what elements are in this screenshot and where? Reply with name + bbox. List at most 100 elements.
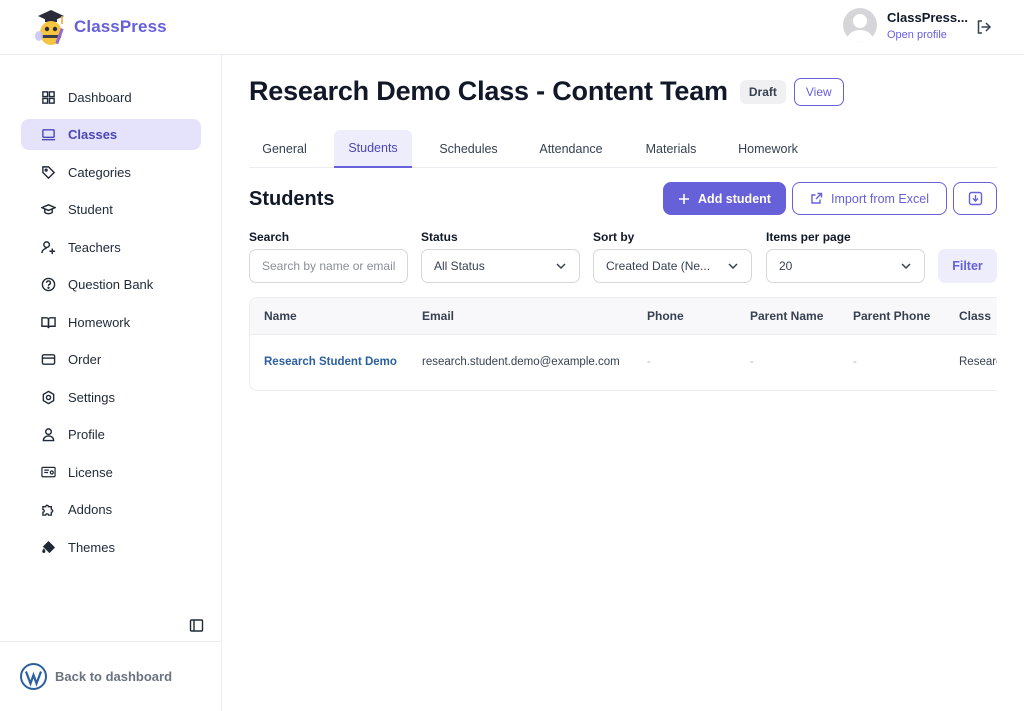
back-label: Back to dashboard (55, 669, 173, 684)
sidebar-item-student[interactable]: Student (21, 194, 201, 225)
sidebar-item-label: Themes (68, 540, 115, 555)
sidebar-item-label: Order (68, 352, 102, 367)
tab-attendance[interactable]: Attendance (525, 130, 617, 168)
puzzle-icon (42, 504, 54, 516)
teacher-icon (41, 241, 56, 255)
laptop-icon (41, 129, 56, 141)
external-link-icon (811, 192, 823, 204)
plus-icon (679, 193, 690, 204)
tab-materials[interactable]: Materials (631, 130, 711, 168)
student-name-link[interactable]: Research Student Demo (264, 356, 397, 368)
table-header: Name Email Phone Parent Name Parent Phon… (250, 298, 997, 335)
credit-card-icon (41, 354, 56, 365)
main-content: Research Demo Class - Content Team Draft… (249, 55, 997, 711)
sidebar-item-license[interactable]: License (21, 457, 201, 488)
class-tabs: General Students Schedules Attendance Ma… (249, 130, 997, 168)
sidebar-item-settings[interactable]: Settings (21, 382, 201, 413)
sidebar-item-label: Categories (68, 165, 131, 180)
import-from-excel-button[interactable]: Import from Excel (792, 182, 947, 215)
status-badge: Draft (739, 79, 786, 104)
sidebar-item-label: Dashboard (68, 90, 132, 105)
sidebar-item-categories[interactable]: Categories (21, 157, 201, 188)
avatar[interactable] (843, 8, 877, 42)
app-name: ClassPress (74, 17, 167, 36)
sidebar-item-label: Profile (68, 427, 105, 442)
sidebar-item-label: Question Bank (68, 277, 154, 292)
chevron-down-icon (901, 263, 911, 270)
bee-mascot-icon (34, 6, 68, 48)
book-open-icon (41, 317, 56, 329)
add-student-label: Add student (698, 191, 771, 206)
status-value: All Status (434, 259, 485, 273)
sidebar-collapse-icon[interactable] (189, 618, 204, 633)
sidebar-item-addons[interactable]: Addons (21, 494, 201, 525)
sidebar-item-label: Addons (68, 502, 113, 517)
sidebar-footer: Back to dashboard (0, 641, 221, 711)
tab-general[interactable]: General (249, 130, 320, 168)
sort-value: Created Date (Ne... (606, 259, 711, 273)
sidebar-item-label: Homework (68, 315, 131, 330)
chevron-down-icon (728, 263, 738, 270)
students-table: Name Email Phone Parent Name Parent Phon… (249, 297, 997, 391)
filter-button[interactable]: Filter (938, 249, 997, 283)
view-button[interactable]: View (793, 77, 844, 106)
sidebar: Dashboard Classes Categories Student Tea… (0, 55, 222, 711)
student-class: Researc (959, 356, 997, 368)
sidebar-item-label: Classes (68, 127, 118, 142)
table-row: Research Student Demo research.student.d… (250, 335, 997, 390)
search-label: Search (249, 230, 290, 244)
sidebar-item-dashboard[interactable]: Dashboard (21, 82, 201, 113)
question-circle-icon (41, 277, 56, 292)
status-select[interactable]: All Status (421, 249, 580, 283)
column-header-phone[interactable]: Phone (647, 309, 684, 323)
import-label: Import from Excel (831, 191, 929, 206)
paint-bucket-icon (42, 540, 56, 554)
column-header-parent-phone[interactable]: Parent Phone (853, 309, 930, 323)
items-per-page-select[interactable]: 20 (766, 249, 925, 283)
items-per-page-value: 20 (779, 259, 793, 273)
sidebar-item-label: Teachers (68, 240, 121, 255)
chevron-down-icon (556, 263, 566, 270)
column-header-parent-name[interactable]: Parent Name (750, 309, 823, 323)
sidebar-item-teachers[interactable]: Teachers (21, 232, 201, 263)
tab-schedules[interactable]: Schedules (426, 130, 511, 168)
column-header-name[interactable]: Name (264, 309, 297, 323)
app-logo[interactable]: ClassPress (34, 6, 167, 48)
back-to-dashboard-link[interactable]: Back to dashboard (20, 663, 172, 690)
items-per-page-label: Items per page (766, 230, 851, 244)
sort-label: Sort by (593, 230, 635, 244)
sidebar-item-classes[interactable]: Classes (21, 119, 201, 150)
sidebar-item-themes[interactable]: Themes (21, 532, 201, 563)
tag-icon (42, 166, 56, 180)
tab-homework[interactable]: Homework (725, 130, 811, 168)
student-phone: - (647, 356, 651, 368)
student-parent-name: - (750, 356, 754, 368)
status-label: Status (421, 230, 458, 244)
search-field[interactable] (249, 249, 408, 283)
sidebar-item-question-bank[interactable]: Question Bank (21, 269, 201, 300)
wordpress-icon (20, 663, 47, 690)
gear-icon (42, 390, 55, 405)
download-icon (968, 191, 982, 206)
certificate-icon (41, 466, 56, 478)
section-title: Students (249, 188, 335, 210)
user-menu[interactable]: ClassPress... Open profile (843, 8, 968, 42)
sidebar-item-order[interactable]: Order (21, 344, 201, 375)
column-header-class[interactable]: Class (959, 309, 991, 323)
export-button[interactable] (953, 182, 997, 215)
sidebar-item-label: Settings (68, 390, 115, 405)
add-student-button[interactable]: Add student (663, 182, 786, 215)
user-icon (42, 428, 55, 442)
sidebar-item-label: Student (68, 202, 113, 217)
sidebar-item-homework[interactable]: Homework (21, 307, 201, 338)
logout-icon[interactable] (975, 18, 993, 36)
sort-select[interactable]: Created Date (Ne... (593, 249, 752, 283)
sidebar-item-profile[interactable]: Profile (21, 419, 201, 450)
user-name: ClassPress... (887, 9, 968, 25)
title-row: Research Demo Class - Content Team Draft… (249, 76, 844, 107)
column-header-email[interactable]: Email (422, 309, 454, 323)
search-input[interactable] (262, 259, 395, 273)
graduation-cap-icon (41, 204, 56, 215)
tab-students[interactable]: Students (334, 130, 412, 168)
open-profile-link[interactable]: Open profile (887, 29, 968, 41)
